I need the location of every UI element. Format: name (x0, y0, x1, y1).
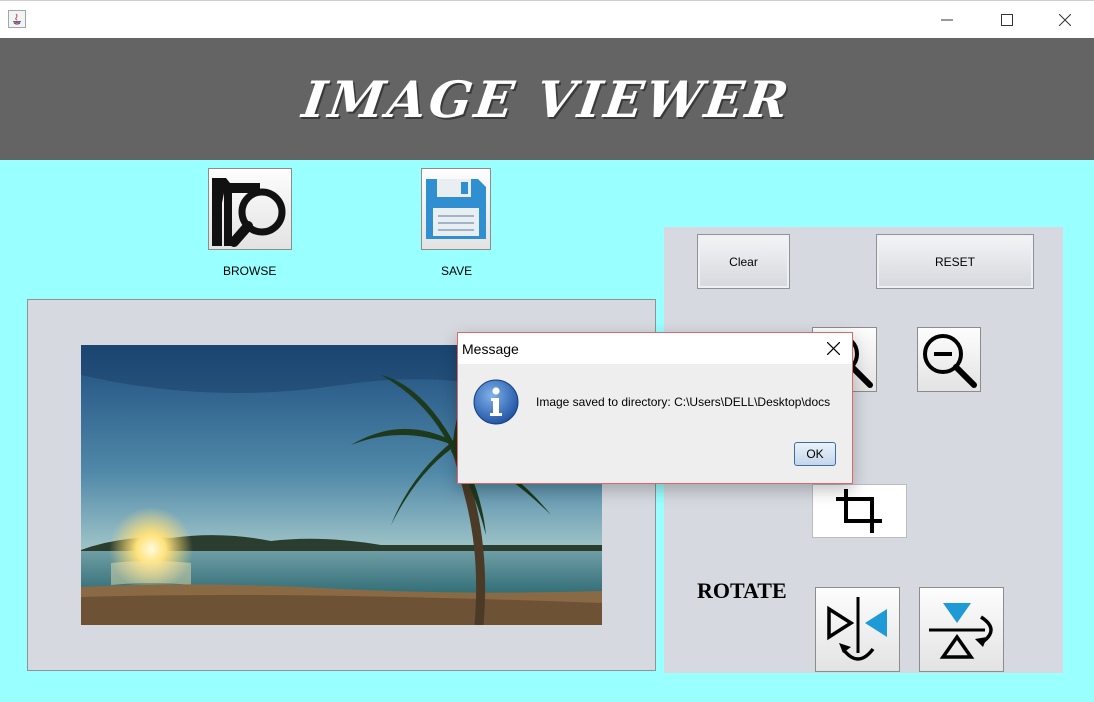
clear-button[interactable]: Clear (697, 234, 790, 289)
minimize-icon[interactable] (924, 1, 970, 39)
save-label: SAVE (441, 264, 473, 278)
dialog-message: Image saved to directory: C:\Users\DELL\… (536, 395, 831, 409)
flip-horizontal-icon (826, 596, 887, 661)
floppy-disk-icon (426, 179, 486, 239)
window-titlebar (0, 0, 1094, 38)
flip-horizontal-button[interactable] (815, 587, 900, 672)
crop-icon (835, 489, 882, 533)
zoom-out-icon (923, 333, 977, 388)
close-icon[interactable] (1042, 1, 1088, 39)
flip-vertical-icon (928, 602, 993, 659)
save-button[interactable] (421, 168, 491, 250)
dialog-close-icon[interactable] (814, 333, 852, 364)
crop-button[interactable] (812, 484, 907, 538)
info-icon (473, 379, 519, 425)
zoom-out-button[interactable] (917, 327, 981, 392)
dialog-title: Message (462, 341, 519, 357)
dialog-titlebar: Message (458, 333, 852, 364)
message-dialog: Message Image saved to directory: C:\Use… (457, 332, 853, 484)
browse-label: BROWSE (223, 264, 277, 278)
flip-vertical-button[interactable] (919, 587, 1004, 672)
app-title: IMAGE VIEWER (298, 69, 796, 129)
rotate-label: ROTATE (697, 578, 787, 603)
browse-button[interactable] (208, 168, 292, 250)
reset-button[interactable]: RESET (876, 234, 1034, 289)
maximize-icon[interactable] (984, 1, 1030, 39)
java-icon[interactable] (8, 10, 26, 28)
folder-search-icon (212, 178, 286, 247)
ok-button[interactable]: OK (794, 442, 836, 466)
header-banner: IMAGE VIEWER (0, 38, 1094, 160)
